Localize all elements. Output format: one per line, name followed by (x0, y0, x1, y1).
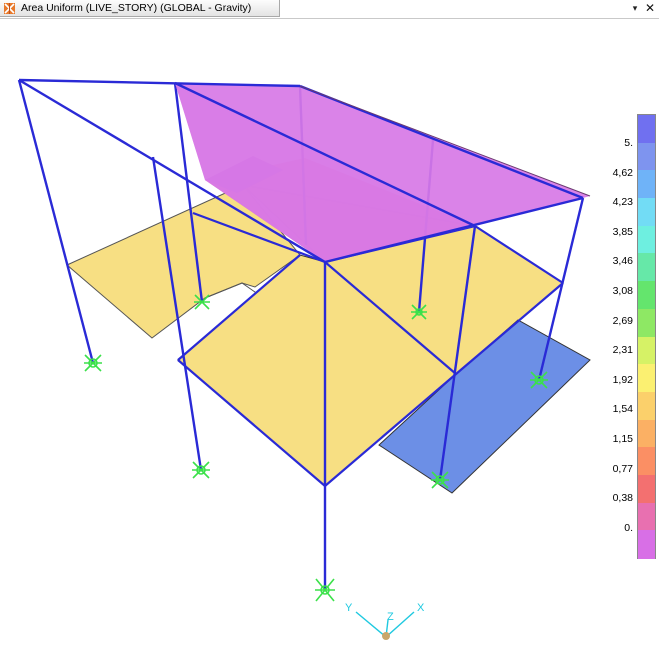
legend-color-segment (638, 336, 655, 365)
legend-color-segment (638, 308, 655, 337)
legend-color-segment (638, 198, 655, 227)
legend-color-segment (638, 364, 655, 393)
column-a (17, 79, 95, 364)
title-bar: Area Uniform (LIVE_STORY) (GLOBAL - Grav… (0, 0, 659, 19)
legend-color-segment (638, 502, 655, 531)
legend-label: 0,77 (612, 462, 633, 475)
axis-z-label: Z (387, 611, 394, 623)
legend-label: 0,38 (612, 492, 633, 505)
legend-label: 0. (624, 521, 633, 534)
legend-label: 3,46 (612, 255, 633, 268)
legend-color-segment (638, 281, 655, 310)
legend-color-bar (637, 114, 656, 559)
legend-label: 1,92 (612, 373, 633, 386)
axis-triad (355, 611, 415, 640)
legend-color-segment (638, 115, 655, 144)
legend-label: 4,62 (612, 166, 633, 179)
legend-color-segment (638, 419, 655, 448)
close-icon[interactable]: ✕ (643, 0, 657, 17)
axis-x-label: X (417, 602, 425, 614)
legend-color-segment (638, 474, 655, 504)
support-icon (84, 354, 102, 372)
legend-label: 4,23 (612, 196, 633, 209)
dropdown-arrow-icon[interactable]: ▾ (628, 1, 642, 16)
legend-label: 3,85 (612, 225, 633, 238)
legend-label: 3,08 (612, 285, 633, 297)
tab-title: Area Uniform (LIVE_STORY) (GLOBAL - Grav… (21, 2, 252, 14)
legend-label: 1,15 (612, 433, 633, 445)
document-tab[interactable]: Area Uniform (LIVE_STORY) (GLOBAL - Grav… (0, 0, 280, 17)
legend-color-segment (638, 142, 655, 171)
legend-color-segment (638, 253, 655, 282)
legend-color-segment (638, 170, 655, 199)
legend-label: 2,31 (612, 344, 633, 357)
legend-color-segment (638, 391, 655, 421)
legend-label: 2,69 (612, 314, 633, 327)
legend-label: 5. (624, 137, 633, 149)
legend-color-segment (638, 225, 655, 254)
legend-label: 1,54 (612, 403, 633, 416)
model-viewport[interactable]: Y Z X (0, 19, 659, 648)
axis-y-label: Y (345, 602, 353, 614)
legend-color-segment (638, 447, 655, 476)
legend-color-segment (638, 530, 655, 559)
app-icon (4, 3, 15, 14)
structure-3d-view[interactable]: Y Z X (0, 19, 659, 648)
